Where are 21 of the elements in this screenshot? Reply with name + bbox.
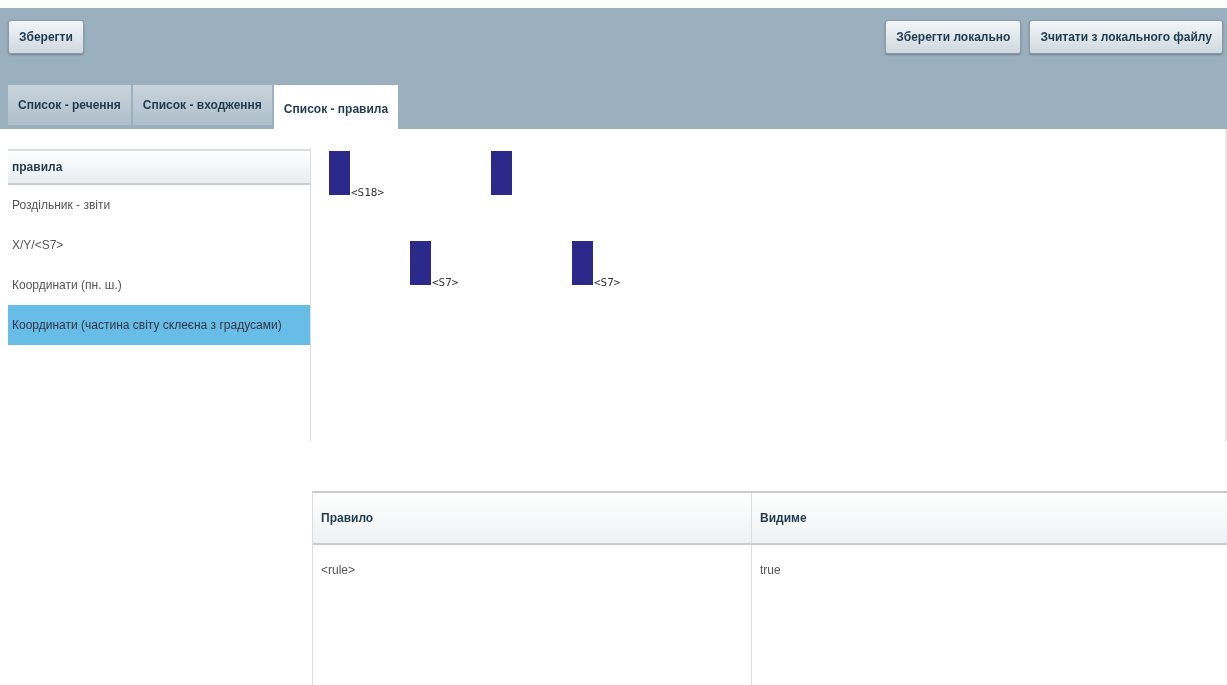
column-header[interactable]: Правило (313, 493, 752, 543)
list-item[interactable]: Роздільник - звіти (8, 184, 310, 225)
node-block (410, 240, 431, 285)
node-block (329, 150, 350, 195)
list-item[interactable]: Координати (пн. ш.) (8, 264, 310, 305)
tab[interactable]: Список - правила (273, 84, 399, 129)
tab[interactable]: Список - входження (132, 84, 272, 125)
node-label: <S7> (432, 276, 459, 289)
node-block (491, 150, 512, 195)
column-header[interactable]: Видиме (752, 493, 807, 543)
list-item[interactable]: X/Y/<S7> (8, 224, 310, 265)
load-file-button[interactable]: Зчитати з локального файлу (1029, 20, 1223, 54)
list-item[interactable]: Координати (частина світу склеєна з градусами) (8, 304, 310, 345)
save-local-button[interactable]: Зберегти локально (885, 20, 1022, 54)
node-label: <S18> (351, 186, 385, 199)
table-cell: <rule> (313, 545, 752, 685)
tab[interactable]: Список - речення (8, 84, 131, 125)
table-cell-text: true (759, 562, 781, 579)
node-label: <S7> (594, 276, 621, 289)
node-block (572, 240, 593, 285)
save-button[interactable]: Зберегти (8, 20, 84, 54)
